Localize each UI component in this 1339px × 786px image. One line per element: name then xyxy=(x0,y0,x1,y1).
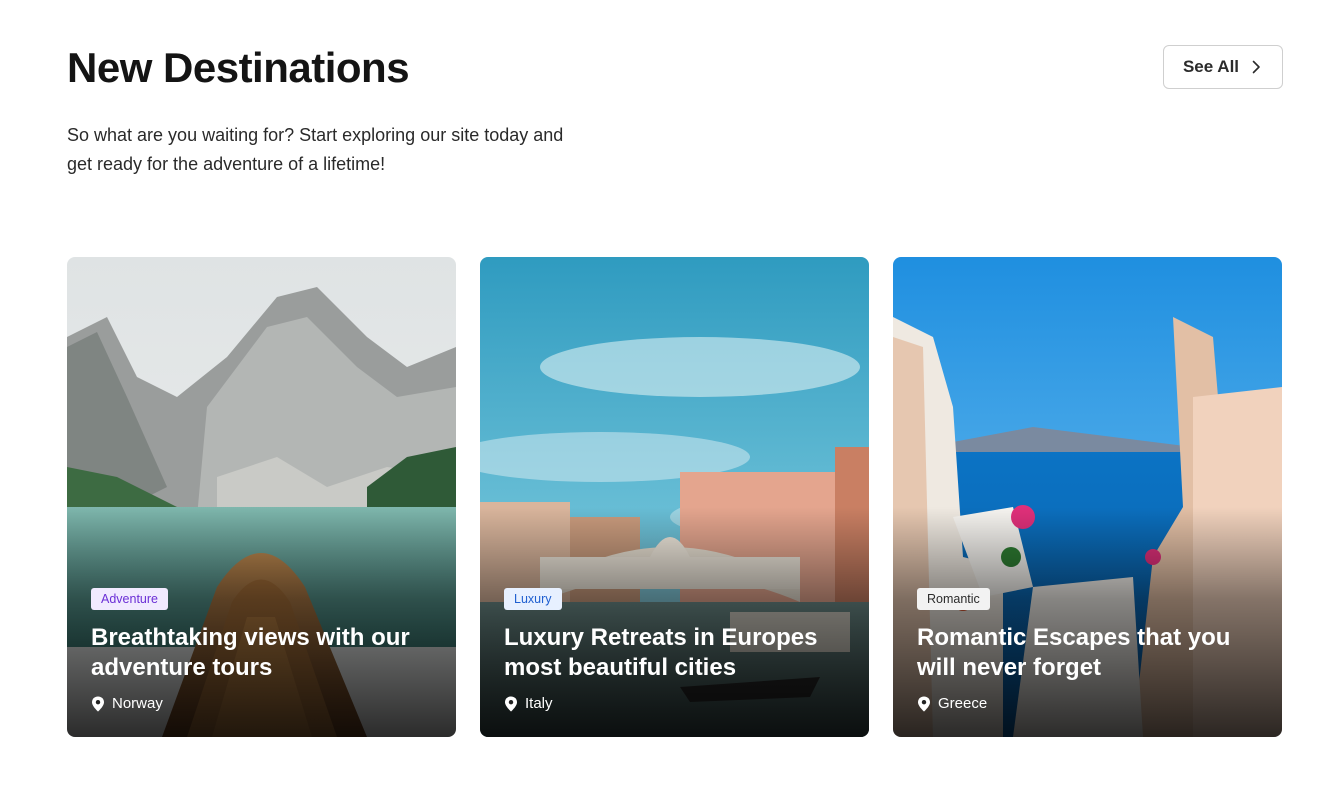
card-title: Breathtaking views with our adventure to… xyxy=(91,624,410,681)
card-title: Romantic Escapes that you will never for… xyxy=(917,624,1231,681)
location-pin-icon xyxy=(505,696,517,711)
location-label: Norway xyxy=(112,695,163,712)
location-pin-icon xyxy=(918,696,930,711)
category-badge: Luxury xyxy=(504,588,562,610)
see-all-button[interactable]: See All xyxy=(1163,45,1283,89)
chevron-right-icon xyxy=(1252,60,1260,74)
card-title: Luxury Retreats in Europes most beautifu… xyxy=(504,624,818,681)
category-badge: Adventure xyxy=(91,588,168,610)
location: Italy xyxy=(504,695,553,712)
location-label: Italy xyxy=(525,695,553,712)
page-subtitle: So what are you waiting for? Start explo… xyxy=(67,125,564,174)
location-label: Greece xyxy=(938,695,988,712)
location-pin-icon xyxy=(92,696,104,711)
destination-card-italy[interactable]: Luxury Luxury Retreats in Europes most b… xyxy=(480,257,869,737)
destination-card-greece[interactable]: Romantic Romantic Escapes that you will … xyxy=(893,257,1282,737)
category-badge: Romantic xyxy=(917,588,990,610)
page-title: New Destinations xyxy=(67,44,410,91)
location: Norway xyxy=(91,695,163,712)
see-all-label: See All xyxy=(1182,57,1240,76)
destination-card-norway[interactable]: Adventure Breathtaking views with our ad… xyxy=(67,257,456,737)
location: Greece xyxy=(917,695,987,712)
